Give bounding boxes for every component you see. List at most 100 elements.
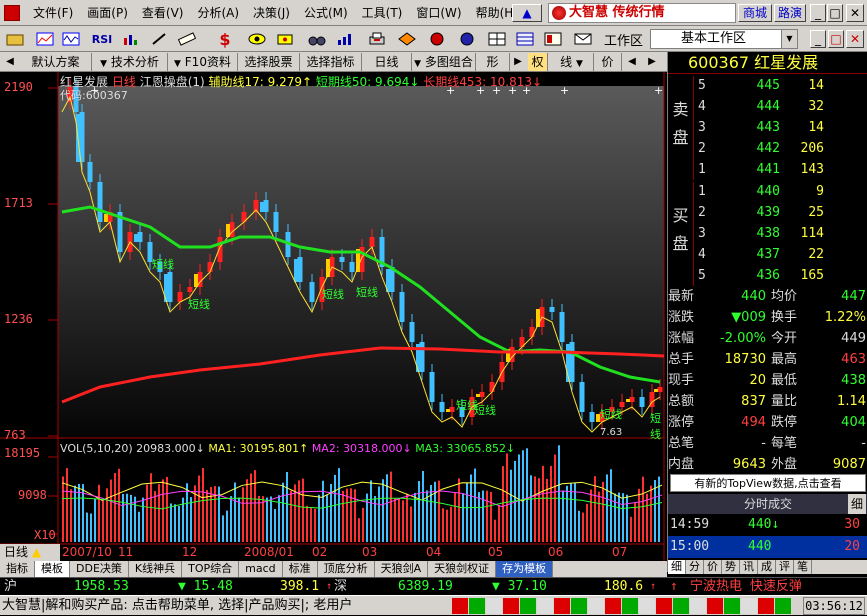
tab-rights[interactable]: 权 — [528, 53, 548, 71]
quote-tab[interactable]: 笔 — [794, 560, 812, 574]
func-tab-dde[interactable]: DDE决策 — [70, 561, 129, 577]
sell-row[interactable]: 5 445 14 — [668, 76, 867, 97]
layout-button[interactable] — [542, 29, 564, 49]
news-ticker[interactable]: 宁波热电 快速反弹 — [690, 578, 802, 596]
func-tab-standard[interactable]: 标准 — [283, 561, 318, 577]
period-tab[interactable]: 日线 ▲ — [0, 544, 60, 561]
dollar-button[interactable]: $ — [214, 29, 236, 49]
draw-line-button[interactable] — [148, 29, 170, 49]
maximize-button[interactable]: □ — [827, 4, 843, 22]
tab-price[interactable]: 价 — [594, 53, 622, 71]
grid-button[interactable] — [486, 29, 508, 49]
tab-daily[interactable]: 日线 — [362, 53, 412, 71]
quote-tab[interactable]: 分 — [686, 560, 704, 574]
buy-row[interactable]: 1 440 9 — [668, 182, 867, 203]
quote-tab[interactable]: 讯 — [740, 560, 758, 574]
minimize-button[interactable]: _ — [810, 4, 826, 22]
tab-select-stock[interactable]: 选择股票 — [238, 53, 300, 71]
back-button[interactable] — [4, 29, 26, 49]
quote-value: 404 — [841, 415, 866, 430]
func-tab-top-bottom[interactable]: 顶底分析 — [318, 561, 375, 577]
candle-body — [297, 257, 303, 282]
ws-restore-button[interactable]: □ — [828, 30, 844, 48]
ball-blue-button[interactable] — [456, 29, 478, 49]
quote-tab[interactable]: 势 — [722, 560, 740, 574]
indicator-button[interactable] — [120, 29, 142, 49]
func-tab-template[interactable]: 模板 — [35, 561, 70, 577]
rsi-button[interactable]: RSI — [88, 29, 116, 49]
ws-close-button[interactable]: ✕ — [846, 30, 864, 48]
ws-minimize-button[interactable]: _ — [810, 30, 826, 48]
func-tab-macd[interactable]: macd — [239, 561, 283, 577]
chevron-down-icon[interactable]: ▼ — [781, 30, 797, 48]
func-tab-sirius-a[interactable]: 天狼剑A — [375, 561, 429, 577]
func-tab-top[interactable]: TOP综合 — [182, 561, 240, 577]
sell-row[interactable]: 4 444 32 — [668, 97, 867, 118]
kline-chart-svg[interactable]: + + + + + + + + — [0, 72, 667, 561]
sell-volume: 14 — [808, 120, 824, 135]
candle-body-aux — [104, 214, 108, 222]
menu-window[interactable]: 窗口(W) — [409, 5, 468, 21]
diamond-button[interactable] — [396, 29, 418, 49]
app-icon[interactable] — [4, 5, 20, 21]
status-message[interactable]: 大智慧|解和购买产品: 点击帮助菜单, 选择|产品购买|; 老用户 — [2, 596, 452, 616]
topview-button[interactable]: 有新的TopView数据,点击查看 — [670, 474, 866, 492]
up-arrow-button[interactable]: ▲ — [512, 4, 542, 22]
sell-row[interactable]: 3 443 14 — [668, 118, 867, 139]
sell-row[interactable]: 2 442 206 — [668, 139, 867, 160]
buy-row[interactable]: 2 439 25 — [668, 203, 867, 224]
menu-file[interactable]: 文件(F) — [26, 5, 80, 21]
menu-decision[interactable]: 决策(J) — [246, 5, 297, 21]
quote-tab[interactable]: 价 — [704, 560, 722, 574]
kline-button[interactable] — [34, 29, 56, 49]
buy-row[interactable]: 4 437 22 — [668, 245, 867, 266]
workspace-select[interactable]: 基本工作区 ▼ — [650, 29, 798, 49]
ranking-button[interactable] — [334, 29, 356, 49]
sell-row[interactable]: 1 441 143 — [668, 160, 867, 181]
message-button[interactable] — [572, 29, 594, 49]
diamond-icon — [398, 32, 416, 46]
minute-chart-button[interactable] — [60, 29, 82, 49]
tab-multi-chart[interactable]: ▼ 多图组合 — [412, 53, 476, 71]
ruler-button[interactable] — [176, 29, 198, 49]
print-button[interactable] — [366, 29, 388, 49]
quote-tab[interactable]: 细 — [668, 560, 686, 574]
ball-red-button[interactable] — [426, 29, 448, 49]
tab-f10[interactable]: ▼ F10资料 — [168, 53, 238, 71]
menu-analysis[interactable]: 分析(A) — [190, 5, 246, 21]
mall-button[interactable]: 商城 — [738, 4, 772, 22]
func-tab-kline-weapon[interactable]: K线神兵 — [129, 561, 183, 577]
buy-row[interactable]: 5 436 165 — [668, 266, 867, 287]
quote-label: 外盘 — [771, 457, 798, 472]
func-tab-sirius-warrant[interactable]: 天狼剑权证 — [428, 561, 497, 577]
roadshow-button[interactable]: 路演 — [774, 4, 806, 22]
buy-row[interactable]: 3 438 114 — [668, 224, 867, 245]
indicator-name[interactable]: 江恩操盘(1) — [140, 75, 205, 89]
alert-button[interactable] — [274, 29, 296, 49]
func-tab-save-template[interactable]: 存为模板 — [496, 561, 554, 577]
quote-tab[interactable]: 成 — [758, 560, 776, 574]
kline-chart-area[interactable]: + + + + + + + + 红星发展 日线 江恩操盘(1) 辅助线17: 9.279↑ 短… — [0, 72, 667, 572]
close-button[interactable]: ✕ — [846, 4, 864, 22]
menu-view[interactable]: 查看(V) — [135, 5, 191, 21]
tab-tech-analysis[interactable]: ▼ 技术分析 — [92, 53, 168, 71]
tab-line[interactable]: 线 ▼ — [550, 53, 594, 71]
eye-button[interactable] — [246, 29, 268, 49]
tab-scroll-right-button[interactable]: ▶ — [510, 53, 526, 71]
tab-nav-right-button[interactable]: ▶ — [644, 53, 660, 71]
tab-shape[interactable]: 形 — [476, 53, 510, 71]
volume-bar — [102, 499, 104, 542]
tab-default-scheme[interactable]: 默认方案 — [20, 53, 92, 71]
table-button[interactable] — [514, 29, 536, 49]
menu-formula[interactable]: 公式(M) — [297, 5, 355, 21]
quote-tab[interactable]: 评 — [776, 560, 794, 574]
buy-volume: 22 — [808, 247, 824, 262]
tab-nav-left-button[interactable]: ◀ — [624, 53, 640, 71]
menu-view-screen[interactable]: 画面(P) — [80, 5, 135, 21]
tab-scroll-left-button[interactable]: ◀ — [2, 53, 18, 71]
tick-detail-button[interactable]: 细 — [848, 494, 866, 514]
binoculars-button[interactable] — [306, 29, 328, 49]
func-tab-indicator[interactable]: 指标 — [0, 561, 35, 577]
tab-select-indicator[interactable]: 选择指标 — [300, 53, 362, 71]
menu-tools[interactable]: 工具(T) — [355, 5, 410, 21]
